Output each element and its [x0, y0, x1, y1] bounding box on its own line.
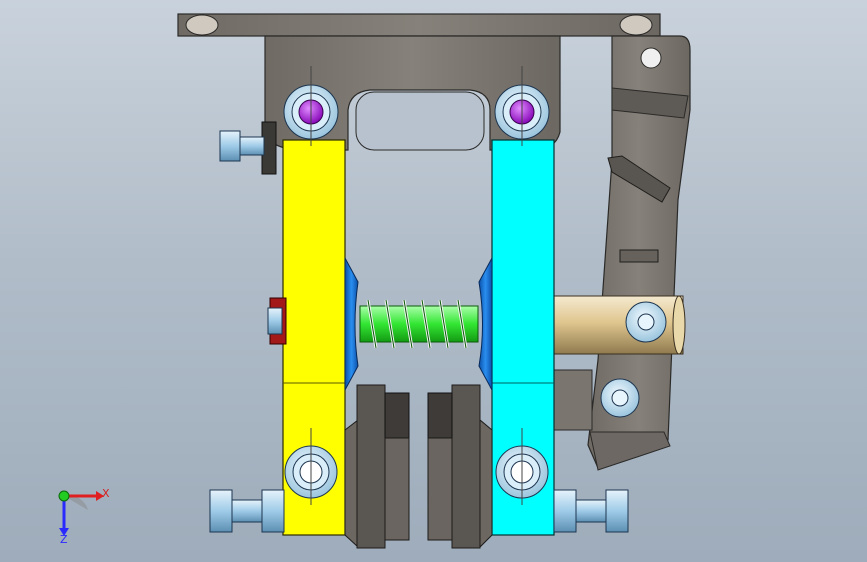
right-brake-shoe[interactable]	[427, 384, 493, 549]
top-left-bolt[interactable]	[219, 130, 265, 162]
frame-window	[355, 91, 485, 151]
left-brake-shoe[interactable]	[344, 384, 410, 549]
x-axis-label: X	[102, 487, 110, 500]
z-axis-label: Z	[60, 533, 68, 546]
lever-hole	[640, 47, 662, 69]
bottom-left-bolt[interactable]	[209, 489, 285, 533]
right-spring-cup	[478, 257, 493, 391]
cad-viewport[interactable]: X Z	[0, 0, 867, 562]
lever-notch	[619, 249, 659, 263]
lever-washer-lower[interactable]	[600, 378, 640, 418]
left-spring-cup	[344, 257, 359, 391]
lever-bracket	[551, 369, 593, 431]
coordinate-triad[interactable]: X Z	[44, 482, 114, 552]
bottom-right-bolt[interactable]	[553, 489, 629, 533]
lever-washer-upper[interactable]	[625, 301, 667, 343]
brake-assembly-model[interactable]	[0, 0, 867, 562]
frame-top-plate[interactable]	[177, 13, 661, 37]
